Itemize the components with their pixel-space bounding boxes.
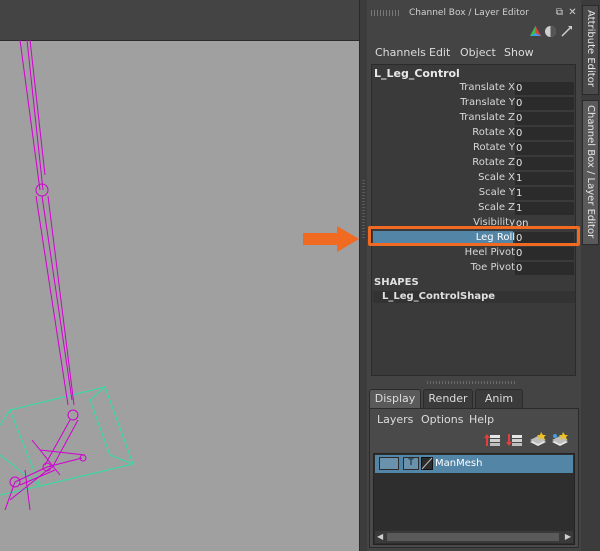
channel-box: L_Leg_Control Translate X 0 Translate Y … bbox=[371, 64, 576, 376]
menu-layers[interactable]: Layers bbox=[377, 413, 413, 426]
attr-row-translate-x[interactable]: Translate X 0 bbox=[372, 81, 576, 96]
menu-object[interactable]: Object bbox=[460, 46, 496, 59]
layer-editor-tabs: Display Render Anim bbox=[369, 389, 579, 409]
side-tab-strip: Attribute Editor Channel Box / Layer Edi… bbox=[581, 0, 600, 551]
attr-value-field[interactable]: 0 bbox=[515, 112, 574, 125]
attr-row-rotate-y[interactable]: Rotate Y 0 bbox=[372, 141, 576, 156]
attr-value-field[interactable]: 0 bbox=[515, 262, 574, 275]
panel-splitter[interactable] bbox=[359, 0, 367, 551]
menu-show[interactable]: Show bbox=[504, 46, 534, 59]
attr-label: Heel Pivot bbox=[464, 247, 515, 258]
attr-value-field[interactable]: 1 bbox=[515, 187, 574, 200]
attr-label: Scale Y bbox=[478, 187, 515, 198]
float-panel-icon[interactable]: ⧉ bbox=[554, 7, 565, 18]
layer-name[interactable]: ManMesh bbox=[435, 458, 482, 469]
tab-label: Attribute Editor bbox=[585, 10, 596, 87]
section-splitter[interactable] bbox=[427, 381, 517, 384]
splitter-grip[interactable] bbox=[362, 180, 365, 240]
attr-value-field[interactable]: 1 bbox=[515, 172, 574, 185]
channel-box-layer-editor-panel: Channel Box / Layer Editor ⧉ ✕ Channels … bbox=[367, 0, 581, 551]
move-layer-up-icon[interactable] bbox=[484, 432, 502, 448]
layer-row-manmesh[interactable]: T ManMesh bbox=[375, 455, 573, 473]
attr-label: Rotate X bbox=[472, 127, 515, 138]
attr-row-scale-z[interactable]: Scale Z 1 bbox=[372, 201, 576, 216]
close-icon[interactable]: ✕ bbox=[567, 7, 578, 18]
attr-row-translate-y[interactable]: Translate Y 0 bbox=[372, 96, 576, 111]
new-layer-from-selection-icon[interactable] bbox=[551, 432, 569, 448]
attr-row-scale-x[interactable]: Scale X 1 bbox=[372, 171, 576, 186]
panel-titlebar[interactable]: Channel Box / Layer Editor ⧉ ✕ bbox=[367, 0, 581, 26]
layer-editor: Layers Options Help T ManMesh ◀ ▶ bbox=[369, 408, 579, 548]
viewport[interactable] bbox=[0, 0, 359, 551]
layer-list: T ManMesh ◀ ▶ bbox=[373, 453, 575, 545]
move-layer-down-icon[interactable] bbox=[506, 432, 524, 448]
scroll-right-icon[interactable]: ▶ bbox=[565, 532, 571, 541]
panel-title: Channel Box / Layer Editor bbox=[409, 8, 529, 18]
dock-icon[interactable] bbox=[529, 25, 542, 38]
horizontal-scrollbar[interactable]: ◀ ▶ bbox=[375, 531, 573, 543]
attr-row-rotate-z[interactable]: Rotate Z 0 bbox=[372, 156, 576, 171]
attr-row-translate-z[interactable]: Translate Z 0 bbox=[372, 111, 576, 126]
attr-value-field[interactable]: 1 bbox=[515, 202, 574, 215]
menu-channels[interactable]: Channels bbox=[375, 46, 426, 59]
channel-box-menubar: Channels Edit Object Show bbox=[367, 42, 581, 62]
attr-label: Translate Z bbox=[459, 112, 515, 123]
tab-anim[interactable]: Anim bbox=[475, 389, 523, 408]
node-name[interactable]: L_Leg_Control bbox=[374, 67, 460, 80]
attr-value-field[interactable]: 0 bbox=[515, 127, 574, 140]
attr-value-field[interactable]: 0 bbox=[515, 157, 574, 170]
menu-help[interactable]: Help bbox=[469, 413, 494, 426]
attr-row-rotate-x[interactable]: Rotate X 0 bbox=[372, 126, 576, 141]
attr-label: Translate X bbox=[459, 82, 515, 93]
layer-color-swatch[interactable] bbox=[421, 457, 433, 470]
attr-value-field[interactable]: 0 bbox=[515, 82, 574, 95]
annotation-highlight-box bbox=[368, 226, 580, 246]
attr-row-scale-y[interactable]: Scale Y 1 bbox=[372, 186, 576, 201]
pin-icon[interactable] bbox=[560, 25, 573, 38]
drag-grip[interactable] bbox=[371, 10, 401, 16]
sphere-icon[interactable] bbox=[544, 25, 557, 38]
attr-value-field[interactable]: 0 bbox=[515, 142, 574, 155]
attr-label: Scale X bbox=[478, 172, 515, 183]
menu-options[interactable]: Options bbox=[421, 413, 463, 426]
attr-value-field[interactable]: 0 bbox=[515, 247, 574, 260]
attr-row-heel-pivot[interactable]: Heel Pivot 0 bbox=[372, 246, 576, 261]
layer-visibility-toggle[interactable] bbox=[379, 457, 399, 470]
attr-label: Translate Y bbox=[460, 97, 515, 108]
maya-window: Channel Box / Layer Editor ⧉ ✕ Channels … bbox=[0, 0, 600, 551]
annotation-arrow-icon bbox=[303, 226, 359, 252]
layer-display-type-toggle[interactable]: T bbox=[403, 457, 419, 470]
shape-name: L_Leg_ControlShape bbox=[382, 291, 496, 302]
attr-label: Rotate Z bbox=[472, 157, 515, 168]
new-empty-layer-icon[interactable] bbox=[529, 432, 547, 448]
tab-channel-box-layer-editor[interactable]: Channel Box / Layer Editor bbox=[582, 100, 599, 245]
attr-label: Scale Z bbox=[478, 202, 515, 213]
tab-attribute-editor[interactable]: Attribute Editor bbox=[582, 5, 599, 95]
attr-value-field[interactable]: 0 bbox=[515, 97, 574, 110]
scroll-left-icon[interactable]: ◀ bbox=[377, 532, 383, 541]
menu-edit[interactable]: Edit bbox=[429, 46, 450, 59]
attr-row-toe-pivot[interactable]: Toe Pivot 0 bbox=[372, 261, 576, 276]
tab-label: Channel Box / Layer Editor bbox=[585, 105, 596, 239]
tab-display[interactable]: Display bbox=[369, 389, 421, 409]
attr-label: Rotate Y bbox=[472, 142, 515, 153]
shape-item[interactable]: L_Leg_ControlShape bbox=[373, 291, 575, 303]
leg-joint-chain[interactable] bbox=[4, 39, 87, 511]
attr-label: Toe Pivot bbox=[470, 262, 515, 273]
shapes-header: SHAPES bbox=[374, 277, 419, 288]
scroll-thumb[interactable] bbox=[387, 533, 559, 541]
rig-wireframe bbox=[0, 39, 134, 511]
tab-render[interactable]: Render bbox=[423, 389, 473, 408]
